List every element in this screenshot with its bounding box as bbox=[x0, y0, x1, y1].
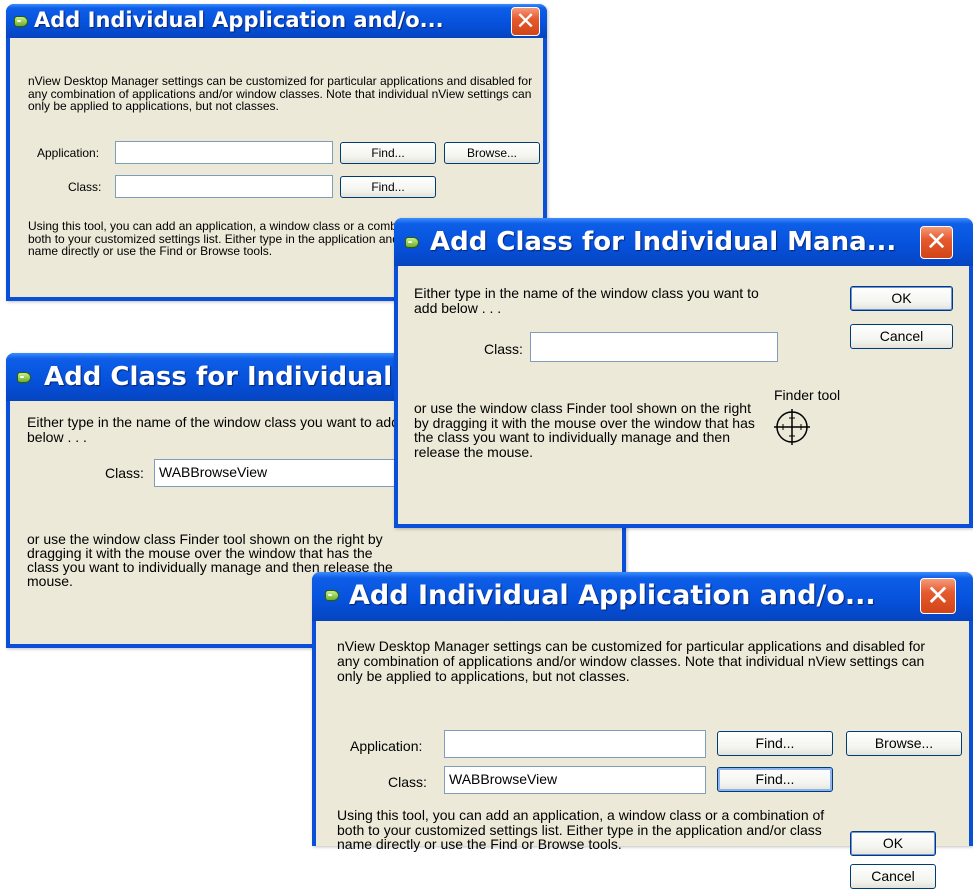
class-input[interactable]: WABBrowseView bbox=[444, 766, 706, 794]
intro-text: Either type in the name of the window cl… bbox=[414, 285, 759, 316]
browse-button[interactable]: Browse... bbox=[444, 142, 540, 164]
class-input[interactable] bbox=[530, 332, 778, 362]
dialog-body: Either type in the name of the window cl… bbox=[398, 266, 969, 524]
help-text: or use the window class Finder tool show… bbox=[414, 400, 755, 460]
intro-text: Either type in the name of the window cl… bbox=[27, 414, 399, 445]
close-icon[interactable]: ✕ bbox=[920, 578, 956, 614]
nview-app-icon bbox=[405, 237, 419, 248]
title-bar[interactable]: Add Individual Application and/o... ✕ bbox=[6, 4, 547, 38]
class-label: Class: bbox=[105, 465, 144, 481]
help-text: Using this tool, you can add an applicat… bbox=[337, 807, 825, 852]
dialog-title: Add Class for Individual Mana... bbox=[430, 227, 897, 257]
application-label: Application: bbox=[37, 146, 100, 160]
intro-text: nView Desktop Manager settings can be cu… bbox=[28, 74, 533, 113]
finder-crosshair-icon[interactable] bbox=[773, 409, 811, 445]
find-application-button[interactable]: Find... bbox=[717, 731, 833, 756]
intro-text: nView Desktop Manager settings can be cu… bbox=[337, 638, 926, 684]
close-icon[interactable]: ✕ bbox=[920, 226, 953, 259]
cancel-button[interactable]: Cancel bbox=[850, 864, 936, 889]
nview-app-icon bbox=[17, 372, 31, 383]
nview-app-icon bbox=[14, 16, 28, 27]
find-class-button[interactable]: Find... bbox=[340, 176, 436, 198]
dialog-title: Add Individual Application and/o... bbox=[34, 8, 444, 32]
class-input[interactable]: WABBrowseView bbox=[154, 459, 416, 487]
class-label: Class: bbox=[68, 180, 102, 194]
dialog-body: nView Desktop Manager settings can be cu… bbox=[316, 621, 969, 889]
class-label: Class: bbox=[388, 774, 427, 790]
dialog-title: Add Individual Application and/o... bbox=[349, 580, 876, 611]
ok-button[interactable]: OK bbox=[850, 831, 936, 856]
ok-button[interactable]: OK bbox=[850, 286, 953, 311]
find-application-button[interactable]: Find... bbox=[340, 142, 436, 164]
application-input[interactable] bbox=[444, 730, 706, 758]
finder-tool-label: Finder tool bbox=[774, 387, 841, 403]
add-application-dialog-filled: Add Individual Application and/o... ✕ nV… bbox=[312, 572, 973, 889]
title-bar[interactable]: Add Class for Individual Mana... ✕ bbox=[394, 218, 973, 266]
nview-app-icon bbox=[325, 590, 339, 601]
add-class-dialog: Add Class for Individual Mana... ✕ Eithe… bbox=[394, 218, 973, 528]
class-label: Class: bbox=[484, 341, 523, 357]
application-input[interactable] bbox=[115, 141, 333, 164]
title-bar[interactable]: Add Individual Application and/o... ✕ bbox=[312, 572, 973, 621]
class-input[interactable] bbox=[115, 175, 333, 198]
browse-button[interactable]: Browse... bbox=[846, 731, 962, 756]
close-icon[interactable]: ✕ bbox=[511, 7, 540, 36]
cancel-button[interactable]: Cancel bbox=[850, 324, 953, 349]
application-label: Application: bbox=[350, 738, 423, 754]
find-class-button[interactable]: Find... bbox=[717, 767, 833, 792]
